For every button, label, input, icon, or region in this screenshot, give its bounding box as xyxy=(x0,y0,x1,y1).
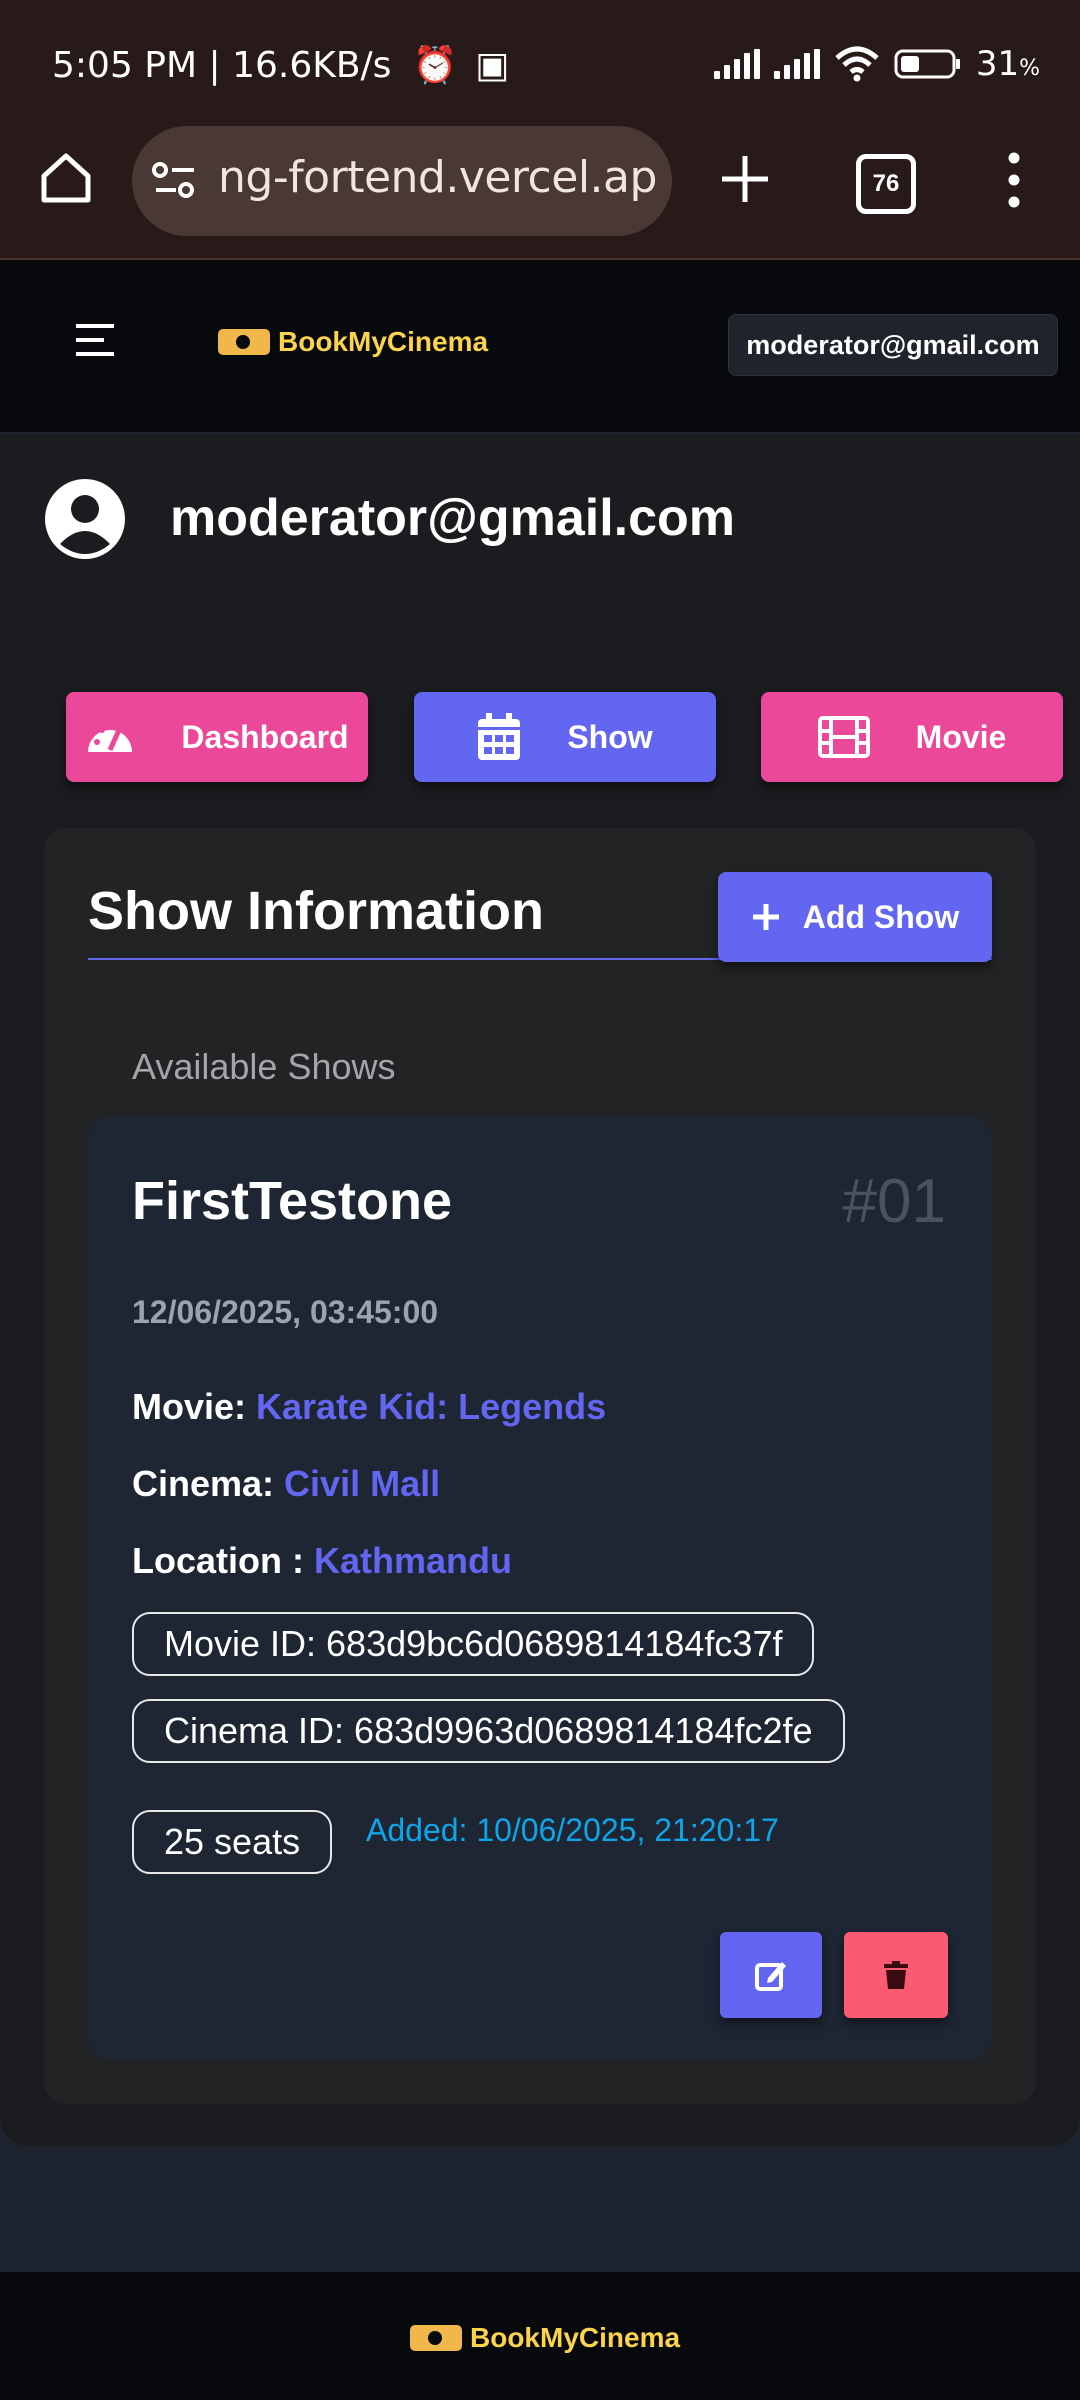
tab-count: 76 xyxy=(872,170,900,197)
calendar-icon xyxy=(478,713,521,760)
more-menu-icon[interactable] xyxy=(1000,150,1028,210)
cinema-row: Cinema: Civil Mall xyxy=(132,1463,440,1505)
tab-count-icon[interactable]: 76 xyxy=(856,154,916,214)
location-value: Kathmandu xyxy=(314,1540,512,1581)
delete-button[interactable] xyxy=(844,1932,948,2018)
user-email-button[interactable]: moderator@gmail.com xyxy=(728,314,1058,376)
show-number: #01 xyxy=(842,1167,946,1236)
add-show-label: Add Show xyxy=(802,898,960,935)
ticket-icon xyxy=(410,2325,462,2351)
dashboard-gauge-icon xyxy=(88,723,133,752)
trash-icon xyxy=(884,1961,908,1989)
new-tab-icon[interactable] xyxy=(718,152,772,206)
section-title: Show Information xyxy=(88,881,544,941)
ticket-icon xyxy=(218,329,270,355)
movie-label: Movie: xyxy=(132,1386,247,1427)
available-shows-heading: Available Shows xyxy=(132,1046,396,1087)
signal-icon-2 xyxy=(773,49,820,79)
movie-id-badge: Movie ID: 683d9bc6d0689814184fc37f xyxy=(132,1612,815,1676)
tab-movie-label: Movie xyxy=(915,718,1007,755)
tab-dashboard[interactable]: Dashboard xyxy=(66,692,368,782)
status-time: 5:05 PM | 16.6KB/s ⏰ ▣ xyxy=(52,44,509,86)
footer-brand-name: BookMyCinema xyxy=(470,2322,681,2353)
battery-icon xyxy=(894,49,960,79)
alarm-icon: ⏰ xyxy=(412,45,458,86)
tab-show[interactable]: Show xyxy=(414,692,716,782)
seats-badge: 25 seats xyxy=(132,1810,333,1874)
tab-dashboard-label: Dashboard xyxy=(181,718,349,755)
notification-icon: ▣ xyxy=(475,45,510,86)
show-card xyxy=(88,1116,992,2060)
header-logo[interactable]: BookMyCinema xyxy=(218,326,488,358)
show-datetime: 12/06/2025, 03:45:00 xyxy=(132,1294,439,1330)
added-timestamp: Added: 10/06/2025, 21:20:17 xyxy=(366,1812,779,1848)
status-time-text: 5:05 PM | 16.6KB/s xyxy=(52,45,392,86)
hamburger-menu-icon[interactable] xyxy=(74,322,116,358)
site-settings-icon[interactable] xyxy=(152,160,198,202)
cinema-id-badge: Cinema ID: 683d9963d0689814184fc2fe xyxy=(132,1699,845,1763)
user-avatar-icon xyxy=(45,479,125,559)
footer-logo[interactable]: BookMyCinema xyxy=(410,2322,680,2354)
add-show-button[interactable]: Add Show xyxy=(718,872,992,962)
movie-value: Karate Kid: Legends xyxy=(256,1386,607,1427)
show-name: FirstTestone xyxy=(132,1171,453,1231)
url-text[interactable]: ng-fortend.vercel.app xyxy=(218,152,658,203)
wifi-icon xyxy=(835,46,879,82)
home-icon[interactable] xyxy=(38,150,94,206)
battery-level: 31% xyxy=(975,44,1040,84)
cinema-label: Cinema: xyxy=(132,1463,275,1504)
film-icon xyxy=(817,716,870,758)
tab-show-label: Show xyxy=(567,718,653,755)
tab-movie[interactable]: Movie xyxy=(761,692,1063,782)
brand-name: BookMyCinema xyxy=(278,326,489,357)
location-label: Location : xyxy=(132,1540,304,1581)
status-indicators: 31% xyxy=(713,44,1040,84)
signal-icon xyxy=(713,49,760,79)
plus-icon xyxy=(752,904,779,930)
movie-row: Movie: Karate Kid: Legends xyxy=(132,1386,606,1428)
location-row: Location : Kathmandu xyxy=(132,1540,512,1582)
edit-button[interactable] xyxy=(720,1932,822,2018)
profile-email: moderator@gmail.com xyxy=(170,489,736,547)
cinema-value: Civil Mall xyxy=(284,1463,441,1504)
edit-icon xyxy=(755,1962,786,1991)
